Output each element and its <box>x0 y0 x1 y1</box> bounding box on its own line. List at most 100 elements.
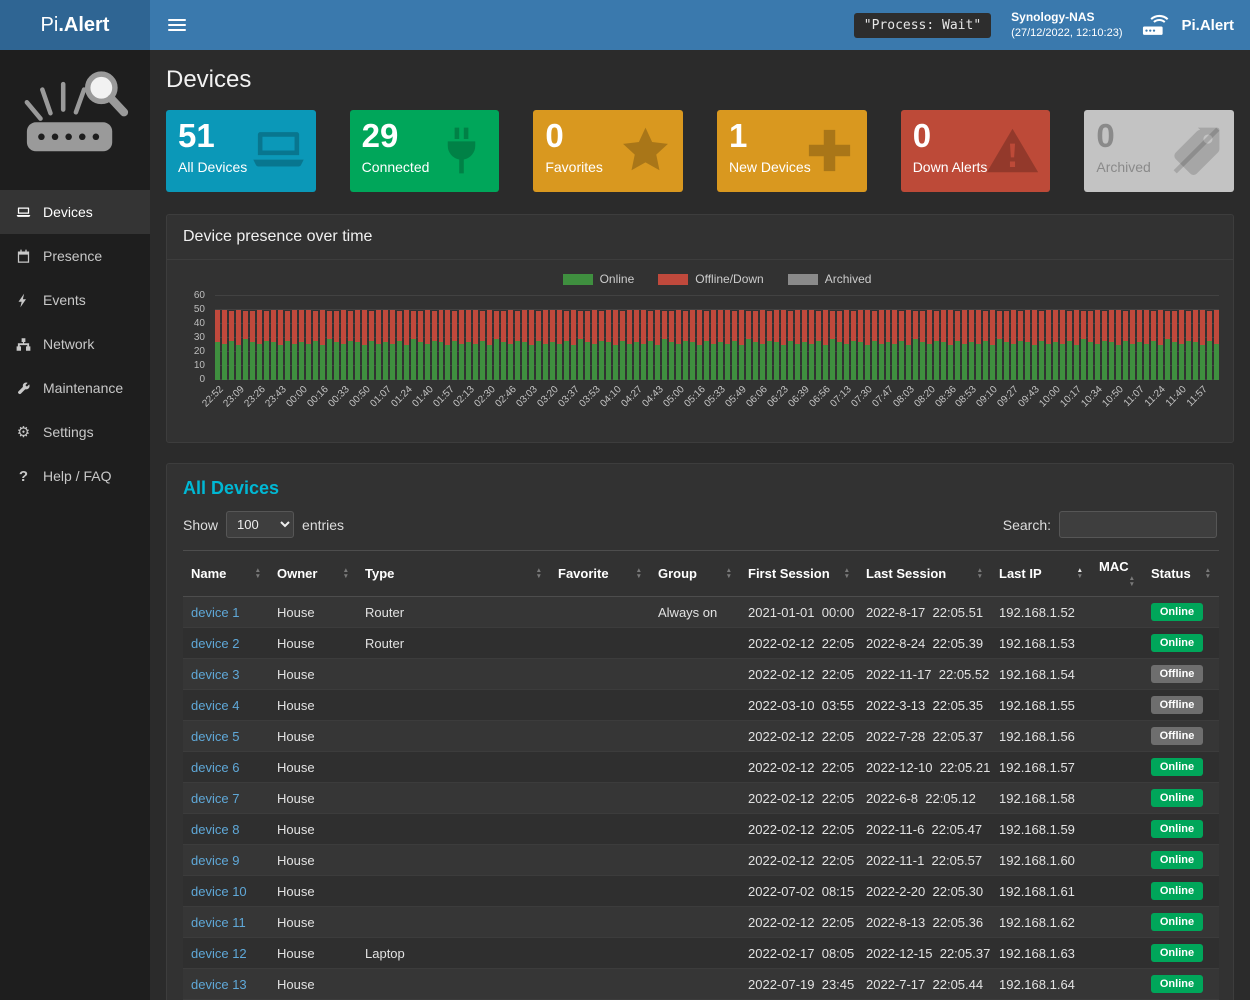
column-header-name[interactable]: Name▲▼ <box>183 551 269 597</box>
sidebar-item-maintenance[interactable]: Maintenance <box>0 366 150 410</box>
device-name-link[interactable]: device 7 <box>191 791 239 806</box>
chart-bar <box>285 296 290 380</box>
bar-segment-online <box>362 345 367 380</box>
column-header-mac[interactable]: MAC▲▼ <box>1091 551 1143 597</box>
device-name-link[interactable]: device 12 <box>191 946 247 961</box>
page-length-select[interactable]: 100 <box>226 511 294 538</box>
bar-segment-offline <box>892 310 897 344</box>
bar-segment-online <box>879 344 884 380</box>
bar-segment-online <box>627 344 632 380</box>
cell-status: Online <box>1143 783 1219 814</box>
chart-bar <box>341 296 346 380</box>
column-header-owner[interactable]: Owner▲▼ <box>269 551 357 597</box>
column-header-type[interactable]: Type▲▼ <box>357 551 550 597</box>
x-axis-label: 06:56 <box>807 384 832 409</box>
bar-segment-online <box>369 341 374 380</box>
device-name-link[interactable]: device 1 <box>191 605 239 620</box>
bar-segment-online <box>487 345 492 380</box>
chart-bar <box>892 296 897 380</box>
process-status-badge[interactable]: "Process: Wait" <box>854 13 991 38</box>
bar-segment-online <box>1207 341 1212 380</box>
column-header-status[interactable]: Status▲▼ <box>1143 551 1219 597</box>
bar-segment-online <box>934 341 939 380</box>
bar-segment-online <box>1039 341 1044 380</box>
table-row: device 5House2022-02-12 22:052022-7-28 2… <box>183 721 1219 752</box>
card-connected[interactable]: 29Connected <box>350 110 500 192</box>
device-name-link[interactable]: device 4 <box>191 698 239 713</box>
device-name-link[interactable]: device 5 <box>191 729 239 744</box>
chart-bar <box>920 296 925 380</box>
card-favorites[interactable]: 0Favorites <box>533 110 683 192</box>
table-controls: Show 100 entries Search: <box>167 509 1233 550</box>
sidebar-item-devices[interactable]: Devices <box>0 190 150 234</box>
column-header-group[interactable]: Group▲▼ <box>650 551 740 597</box>
bar-segment-online <box>529 345 534 380</box>
plus-icon <box>802 123 857 183</box>
sidebar-item-help-faq[interactable]: ?Help / FAQ <box>0 454 150 498</box>
bar-segment-online <box>390 344 395 380</box>
bar-segment-online <box>837 342 842 380</box>
device-name-link[interactable]: device 10 <box>191 884 247 899</box>
cell-mac <box>1091 597 1143 628</box>
chart-bar <box>627 296 632 380</box>
column-header-favorite[interactable]: Favorite▲▼ <box>550 551 650 597</box>
bar-segment-online <box>816 341 821 380</box>
x-axis-label: 11:57 <box>1184 384 1209 409</box>
cell-mac <box>1091 659 1143 690</box>
search-input[interactable] <box>1059 511 1217 538</box>
bar-segment-online <box>578 339 583 380</box>
card-archived[interactable]: 0Archived <box>1084 110 1234 192</box>
bar-segment-online <box>320 345 325 380</box>
bar-segment-online <box>571 345 576 380</box>
device-name-link[interactable]: device 6 <box>191 760 239 775</box>
sidebar-toggle-button[interactable] <box>150 0 204 50</box>
chart-bar <box>704 296 709 380</box>
app-logo[interactable]: Pi.Alert <box>0 0 150 50</box>
sidebar-item-network[interactable]: Network <box>0 322 150 366</box>
chart-bar <box>732 296 737 380</box>
chart-bar <box>697 296 702 380</box>
cell-text: 2022-07-02 08:15 <box>748 884 854 899</box>
bar-segment-online <box>955 341 960 380</box>
card-all-devices[interactable]: 51All Devices <box>166 110 316 192</box>
cell-name: device 8 <box>183 814 269 845</box>
x-axis-label: 05:49 <box>724 384 749 409</box>
chart-bar <box>243 296 248 380</box>
column-header-last-session[interactable]: Last Session▲▼ <box>858 551 991 597</box>
bar-segment-offline <box>585 311 590 342</box>
bar-segment-offline <box>536 311 541 340</box>
bar-segment-online <box>1193 342 1198 380</box>
bar-segment-offline <box>648 311 653 340</box>
bar-segment-offline <box>390 310 395 344</box>
device-name-link[interactable]: device 11 <box>191 915 246 930</box>
chart-bar <box>662 296 667 380</box>
sidebar-item-events[interactable]: Events <box>0 278 150 322</box>
y-axis-label: 40 <box>194 318 205 329</box>
bar-segment-offline <box>1081 311 1086 339</box>
cell-favorite <box>550 845 650 876</box>
chart-bar <box>306 296 311 380</box>
column-header-last-ip[interactable]: Last IP▲▼ <box>991 551 1091 597</box>
bar-segment-online <box>459 344 464 380</box>
device-name-link[interactable]: device 13 <box>191 977 247 992</box>
bar-segment-online <box>1186 341 1191 380</box>
device-name-link[interactable]: device 2 <box>191 636 239 651</box>
host-name: Synology-NAS <box>1011 9 1122 26</box>
card-down-alerts[interactable]: 0Down Alerts <box>901 110 1051 192</box>
bar-segment-online <box>1172 342 1177 380</box>
sidebar-item-settings[interactable]: ⚙Settings <box>0 410 150 454</box>
bar-segment-offline <box>613 310 618 345</box>
card-new-devices[interactable]: 1New Devices <box>717 110 867 192</box>
device-name-link[interactable]: device 3 <box>191 667 239 682</box>
column-header-first-session[interactable]: First Session▲▼ <box>740 551 858 597</box>
status-badge: Online <box>1151 882 1203 900</box>
chart-bar <box>739 296 744 380</box>
cell-first-session: 2022-02-12 22:05 <box>740 659 858 690</box>
sort-icon: ▲▼ <box>1077 568 1083 580</box>
chart-bar <box>1032 296 1037 380</box>
chart-bar <box>508 296 513 380</box>
legend-label: Online <box>600 272 635 286</box>
device-name-link[interactable]: device 8 <box>191 822 239 837</box>
device-name-link[interactable]: device 9 <box>191 853 239 868</box>
sidebar-item-presence[interactable]: Presence <box>0 234 150 278</box>
